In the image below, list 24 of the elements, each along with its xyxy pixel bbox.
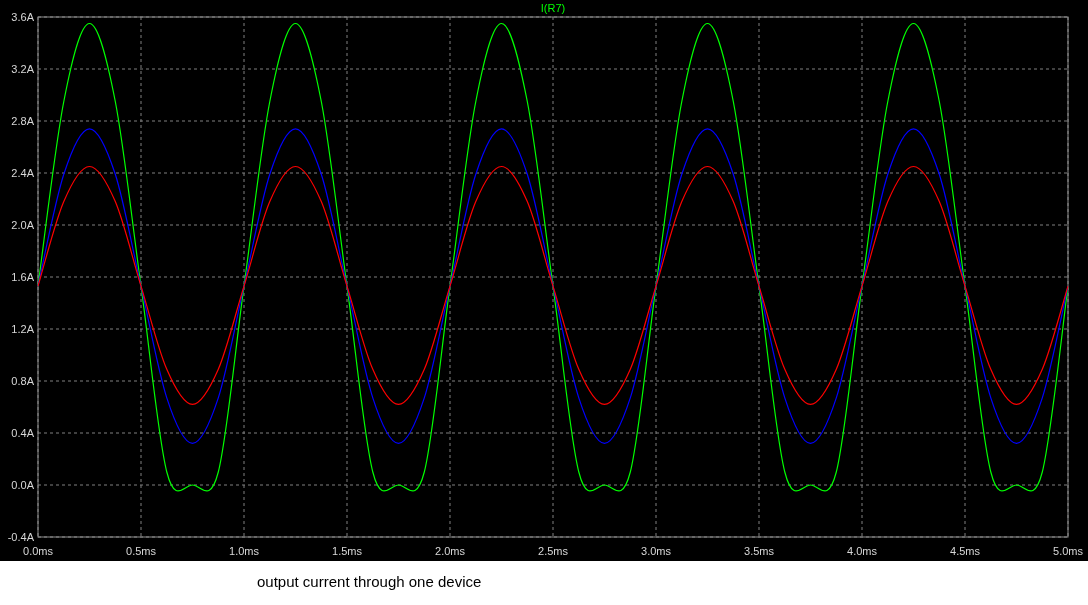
x-tick-label: 0.5ms	[126, 545, 156, 557]
y-tick-label: 0.4A	[11, 427, 34, 439]
y-tick-label: 2.8A	[11, 115, 34, 127]
x-tick-label: 3.5ms	[744, 545, 774, 557]
x-tick-label: 2.0ms	[435, 545, 465, 557]
x-tick-label: 4.0ms	[847, 545, 877, 557]
x-tick-label: 1.5ms	[332, 545, 362, 557]
x-tick-label: 3.0ms	[641, 545, 671, 557]
y-tick-label: 2.4A	[11, 167, 34, 179]
y-tick-label: 1.6A	[11, 271, 34, 283]
y-tick-label: 3.2A	[11, 63, 34, 75]
y-tick-label: 0.8A	[11, 375, 34, 387]
y-tick-label: 1.2A	[11, 323, 34, 335]
x-tick-label: 2.5ms	[538, 545, 568, 557]
y-tick-label: 2.0A	[11, 219, 34, 231]
y-tick-label: 0.0A	[11, 479, 34, 491]
x-tick-label: 4.5ms	[950, 545, 980, 557]
x-tick-label: 0.0ms	[23, 545, 53, 557]
x-tick-label: 5.0ms	[1053, 545, 1083, 557]
chart-caption: output current through one device	[257, 573, 482, 590]
y-tick-label: -0.4A	[7, 531, 34, 543]
y-tick-label: 3.6A	[11, 11, 34, 23]
x-tick-label: 1.0ms	[229, 545, 259, 557]
chart-title: I(R7)	[540, 2, 566, 14]
